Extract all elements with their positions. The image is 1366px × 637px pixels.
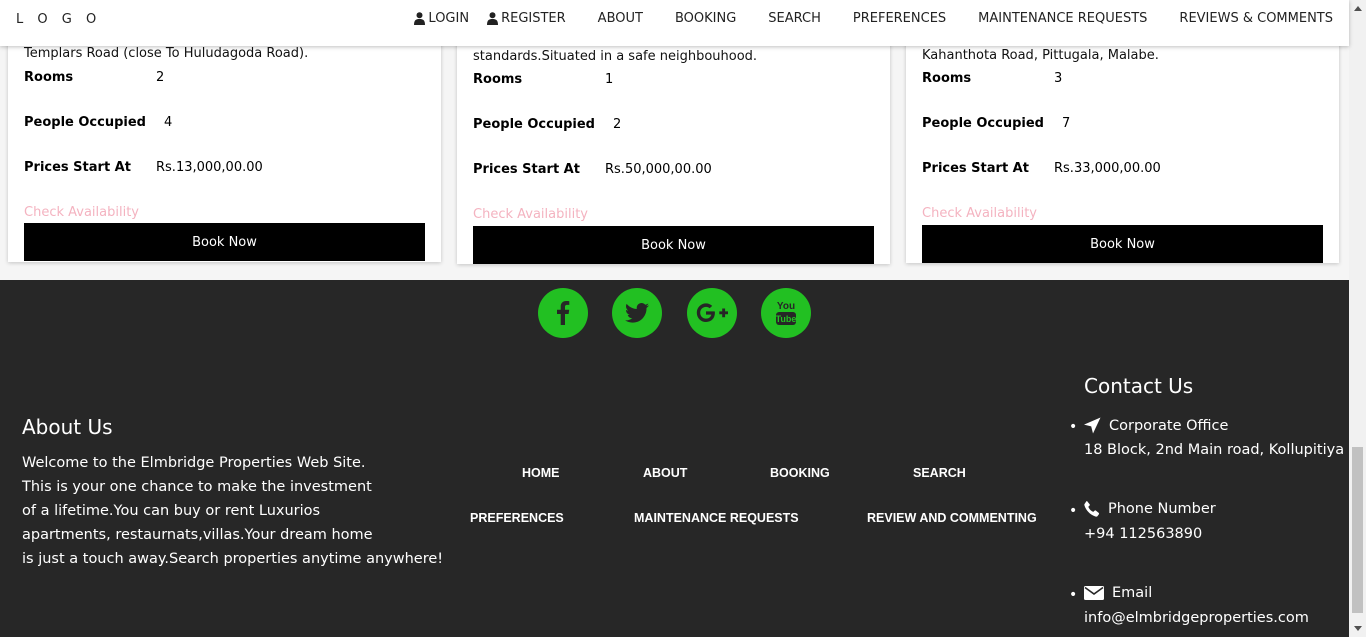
nav-login[interactable]: LOGIN: [414, 11, 469, 26]
facebook-button[interactable]: [538, 288, 588, 338]
email-label: Email: [1112, 585, 1153, 601]
youtube-icon: You Tube: [776, 301, 797, 325]
about-line: Welcome to the Elmbridge Properties Web …: [22, 455, 366, 471]
footer-link-home[interactable]: HOME: [522, 466, 560, 480]
email-address[interactable]: info@elmbridgeproperties.com: [1084, 610, 1309, 626]
about-us-text: Welcome to the Elmbridge Properties Web …: [22, 451, 444, 571]
rooms-row: Rooms 1: [473, 72, 613, 87]
people-value: 7: [1062, 116, 1071, 131]
price-value: Rs.50,000,00.00: [605, 162, 712, 177]
check-availability-link[interactable]: Check Availability: [24, 205, 139, 220]
nav-login-label: LOGIN: [428, 11, 470, 26]
people-label: People Occupied: [24, 115, 146, 130]
twitter-icon: [625, 303, 649, 323]
price-value: Rs.13,000,00.00: [156, 160, 263, 175]
user-icon: [487, 12, 499, 25]
book-now-button[interactable]: Book Now: [473, 226, 874, 264]
price-row: Prices Start At Rs.50,000,00.00: [473, 162, 712, 177]
rooms-value: 3: [1054, 71, 1063, 86]
vertical-scrollbar[interactable]: [1349, 0, 1366, 637]
office-address: 18 Block, 2nd Main road, Kollupitiya: [1084, 442, 1345, 458]
phone-number[interactable]: +94 112563890: [1084, 526, 1202, 542]
book-now-button[interactable]: Book Now: [922, 225, 1323, 263]
rooms-row: Rooms 3: [922, 71, 1062, 86]
nav-about[interactable]: ABOUT: [598, 11, 643, 26]
contact-us-heading: Contact Us: [1084, 374, 1194, 398]
nav-search[interactable]: SEARCH: [768, 11, 821, 26]
property-description: Kahanthota Road, Pittugala, Malabe.: [922, 48, 1159, 63]
people-row: People Occupied 7: [922, 116, 1070, 131]
rooms-label: Rooms: [473, 72, 523, 87]
rooms-row: Rooms 2: [24, 70, 164, 85]
top-navbar: L O G O LOGIN REGISTER ABOUT BOOKING SEA…: [0, 0, 1349, 46]
phone-label: Phone Number: [1108, 501, 1216, 517]
price-row: Prices Start At Rs.33,000,00.00: [922, 161, 1161, 176]
people-row: People Occupied 4: [24, 115, 172, 130]
nav-register-label: REGISTER: [501, 11, 566, 26]
rooms-value: 2: [156, 70, 165, 85]
nav-register[interactable]: REGISTER: [487, 11, 566, 26]
footer-link-booking[interactable]: BOOKING: [770, 466, 830, 480]
price-value: Rs.33,000,00.00: [1054, 161, 1161, 176]
nav-links: LOGIN REGISTER ABOUT BOOKING SEARCH PREF…: [414, 11, 1333, 26]
location-arrow-icon: [1084, 417, 1101, 434]
facebook-icon: [557, 301, 570, 325]
envelope-icon: [1084, 586, 1104, 600]
footer-link-preferences[interactable]: PREFERENCES: [470, 511, 564, 525]
twitter-button[interactable]: [612, 288, 662, 338]
nav-reviews-comments[interactable]: REVIEWS & COMMENTS: [1179, 11, 1333, 26]
nav-booking[interactable]: BOOKING: [675, 11, 736, 26]
book-now-button[interactable]: Book Now: [24, 223, 425, 261]
scroll-down-arrow-icon[interactable]: [1349, 620, 1366, 637]
youtube-button[interactable]: You Tube: [761, 288, 811, 338]
office-label: Corporate Office: [1109, 417, 1229, 434]
rooms-label: Rooms: [24, 70, 74, 85]
footer: You Tube About Us Welcome to the Elmbrid…: [0, 280, 1349, 637]
check-availability-link[interactable]: Check Availability: [922, 206, 1037, 221]
nav-maintenance-requests[interactable]: MAINTENANCE REQUESTS: [978, 11, 1147, 26]
property-description: Templars Road (close To Huludagoda Road)…: [24, 46, 309, 61]
rooms-value: 1: [605, 72, 614, 87]
svg-text:Tube: Tube: [776, 314, 797, 324]
site-logo[interactable]: L O G O: [16, 12, 101, 27]
price-label: Prices Start At: [473, 162, 580, 177]
footer-link-maintenance-requests[interactable]: MAINTENANCE REQUESTS: [634, 511, 799, 525]
google-plus-button[interactable]: [687, 288, 737, 338]
people-row: People Occupied 2: [473, 117, 621, 132]
people-value: 2: [613, 117, 622, 132]
price-label: Prices Start At: [24, 160, 131, 175]
about-line: apartments, restaurnats,villas.Your drea…: [22, 527, 373, 543]
check-availability-link[interactable]: Check Availability: [473, 207, 588, 222]
people-label: People Occupied: [473, 117, 595, 132]
people-label: People Occupied: [922, 116, 1044, 131]
phone-icon: [1084, 501, 1100, 517]
nav-preferences[interactable]: PREFERENCES: [853, 11, 946, 26]
about-us-heading: About Us: [22, 415, 113, 439]
user-icon: [414, 12, 426, 25]
footer-link-about[interactable]: ABOUT: [643, 466, 687, 480]
footer-link-review-commenting[interactable]: REVIEW AND COMMENTING: [867, 511, 1037, 525]
scroll-up-arrow-icon[interactable]: [1349, 0, 1366, 17]
about-line: of a lifetime.You can buy or rent Luxuri…: [22, 503, 321, 519]
people-value: 4: [164, 115, 173, 130]
svg-text:You: You: [777, 301, 795, 312]
price-label: Prices Start At: [922, 161, 1029, 176]
property-description: standards.Situated in a safe neighbouhoo…: [473, 49, 758, 64]
footer-link-search[interactable]: SEARCH: [913, 466, 966, 480]
google-plus-icon: [696, 303, 728, 322]
scrollbar-thumb[interactable]: [1352, 447, 1363, 613]
about-line: This is your one chance to make the inve…: [22, 479, 372, 495]
about-line: is just a touch away.Search properties a…: [22, 551, 444, 567]
price-row: Prices Start At Rs.13,000,00.00: [24, 160, 263, 175]
rooms-label: Rooms: [922, 71, 972, 86]
